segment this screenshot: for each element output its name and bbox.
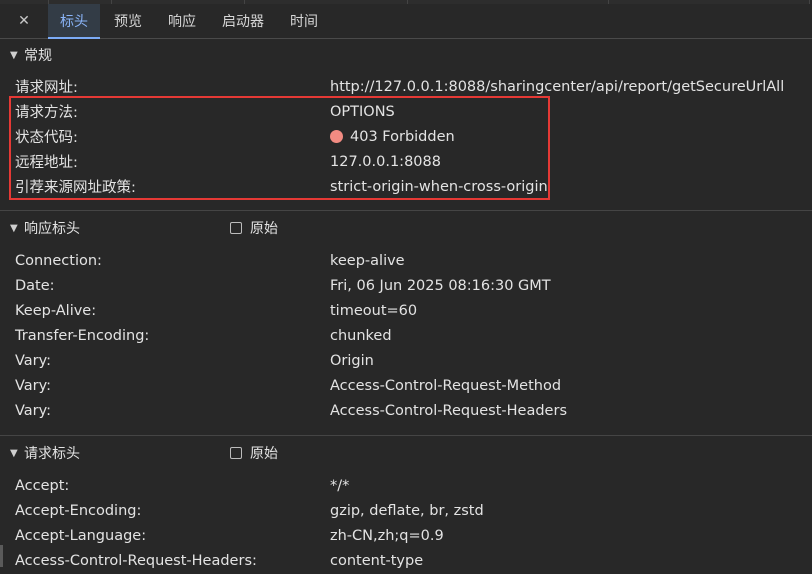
tab-initiator[interactable]: 启动器 xyxy=(210,4,276,38)
response-header-row: Connection: keep-alive xyxy=(0,248,812,273)
status-value: 403 Forbidden xyxy=(330,129,455,145)
row-value: Origin xyxy=(330,352,374,369)
status-error-dot-icon xyxy=(330,130,343,143)
row-value: gzip, deflate, br, zstd xyxy=(330,502,484,519)
row-key: Date: xyxy=(15,277,55,294)
row-value: zh-CN,zh;q=0.9 xyxy=(330,527,444,544)
row-value: chunked xyxy=(330,327,392,344)
response-header-row: Vary: Access-Control-Request-Headers xyxy=(0,398,812,423)
row-value: OPTIONS xyxy=(330,103,395,120)
section-response-headers-header[interactable]: ▼ 响应标头 原始 xyxy=(0,213,812,243)
raw-label: 原始 xyxy=(250,446,278,462)
row-value: keep-alive xyxy=(330,252,405,269)
raw-checkbox[interactable] xyxy=(230,222,242,234)
row-value: timeout=60 xyxy=(330,302,418,319)
row-key: Accept-Encoding: xyxy=(15,502,142,519)
row-key: Connection: xyxy=(15,252,102,269)
row-value: 127.0.0.1:8088 xyxy=(330,153,441,170)
row-key: Vary: xyxy=(15,352,52,369)
tab-bar: ✕ 标头 预览 响应 启动器 时间 xyxy=(0,4,812,39)
general-row: 引荐来源网址政策: strict-origin-when-cross-origi… xyxy=(0,174,812,199)
row-key: 远程地址: xyxy=(15,155,78,171)
tab-timing[interactable]: 时间 xyxy=(278,4,330,38)
raw-checkbox[interactable] xyxy=(230,447,242,459)
triangle-down-icon: ▼ xyxy=(10,447,18,459)
row-value: http://127.0.0.1:8088/sharingcenter/api/… xyxy=(330,78,785,95)
row-key: 请求网址: xyxy=(15,80,78,96)
response-header-row: Keep-Alive: timeout=60 xyxy=(0,298,812,323)
row-value: Access-Control-Request-Headers xyxy=(330,402,567,419)
request-header-row: Accept-Language: zh-CN,zh;q=0.9 xyxy=(0,523,812,548)
row-key: 引荐来源网址政策: xyxy=(15,180,136,196)
row-value: strict-origin-when-cross-origin xyxy=(330,178,548,195)
row-key: Accept-Language: xyxy=(15,527,147,544)
response-header-row: Vary: Access-Control-Request-Method xyxy=(0,373,812,398)
triangle-down-icon: ▼ xyxy=(10,49,18,61)
general-row: 请求方法: OPTIONS xyxy=(0,99,812,124)
section-request-headers-header[interactable]: ▼ 请求标头 原始 xyxy=(0,438,812,468)
row-key: Vary: xyxy=(15,377,52,394)
raw-label: 原始 xyxy=(250,221,278,237)
section-title: 常规 xyxy=(24,48,52,64)
row-key: 请求方法: xyxy=(15,105,78,121)
row-value: content-type xyxy=(330,552,424,569)
status-text: 403 Forbidden xyxy=(350,128,455,145)
tab-response[interactable]: 响应 xyxy=(156,4,208,38)
row-key: Access-Control-Request-Headers: xyxy=(15,552,257,569)
response-header-row: Transfer-Encoding: chunked xyxy=(0,323,812,348)
section-general-header[interactable]: ▼ 常规 xyxy=(0,40,812,70)
row-key: 状态代码: xyxy=(15,130,78,146)
response-header-row: Date: Fri, 06 Jun 2025 08:16:30 GMT xyxy=(0,273,812,298)
response-header-row: Vary: Origin xyxy=(0,348,812,373)
resize-handle[interactable] xyxy=(0,545,3,567)
request-header-row: Access-Control-Request-Headers: content-… xyxy=(0,548,812,573)
triangle-down-icon: ▼ xyxy=(10,222,18,234)
close-icon[interactable]: ✕ xyxy=(0,4,48,38)
request-header-row: Accept-Encoding: gzip, deflate, br, zstd xyxy=(0,498,812,523)
row-key: Vary: xyxy=(15,402,52,419)
row-value: Access-Control-Request-Method xyxy=(330,377,562,394)
row-key: Accept: xyxy=(15,477,70,494)
section-divider xyxy=(0,435,812,436)
row-value: */* xyxy=(330,477,350,494)
raw-toggle[interactable]: 原始 xyxy=(230,443,278,463)
general-row: 远程地址: 127.0.0.1:8088 xyxy=(0,149,812,174)
general-row: 状态代码: 403 Forbidden xyxy=(0,124,812,149)
network-request-detail-panel: ✕ 标头 预览 响应 启动器 时间 ▼ 常规 请求网址: http://127.… xyxy=(0,0,812,574)
row-key: Keep-Alive: xyxy=(15,302,97,319)
section-title: 请求标头 xyxy=(24,446,80,462)
request-header-row: Accept: */* xyxy=(0,473,812,498)
general-row: 请求网址: http://127.0.0.1:8088/sharingcente… xyxy=(0,74,812,99)
row-value: Fri, 06 Jun 2025 08:16:30 GMT xyxy=(330,277,551,294)
row-key: Transfer-Encoding: xyxy=(15,327,150,344)
section-title: 响应标头 xyxy=(24,221,80,237)
tab-headers[interactable]: 标头 xyxy=(48,4,100,39)
section-divider xyxy=(0,210,812,211)
raw-toggle[interactable]: 原始 xyxy=(230,218,278,238)
tab-preview[interactable]: 预览 xyxy=(102,4,154,38)
